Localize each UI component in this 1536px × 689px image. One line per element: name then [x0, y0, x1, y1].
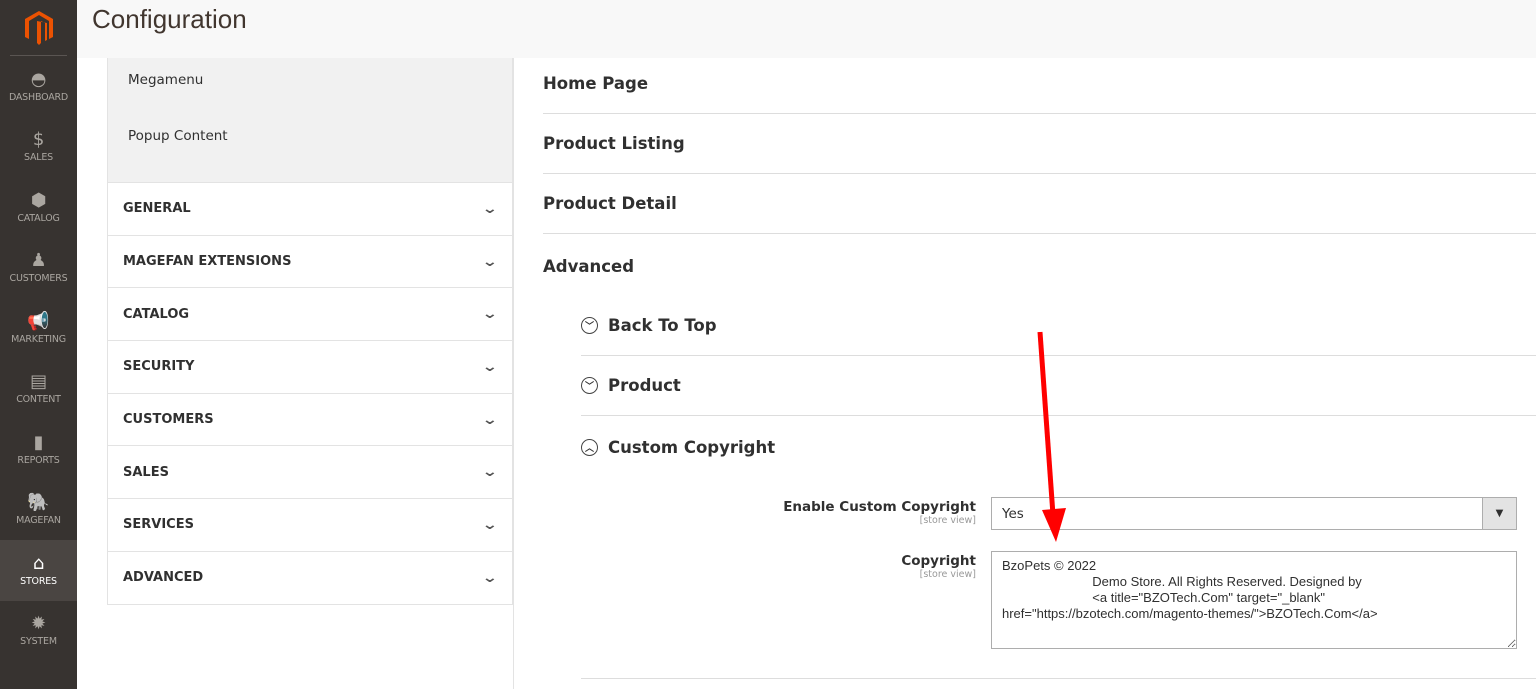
annotation-arrow: [1037, 331, 1066, 542]
